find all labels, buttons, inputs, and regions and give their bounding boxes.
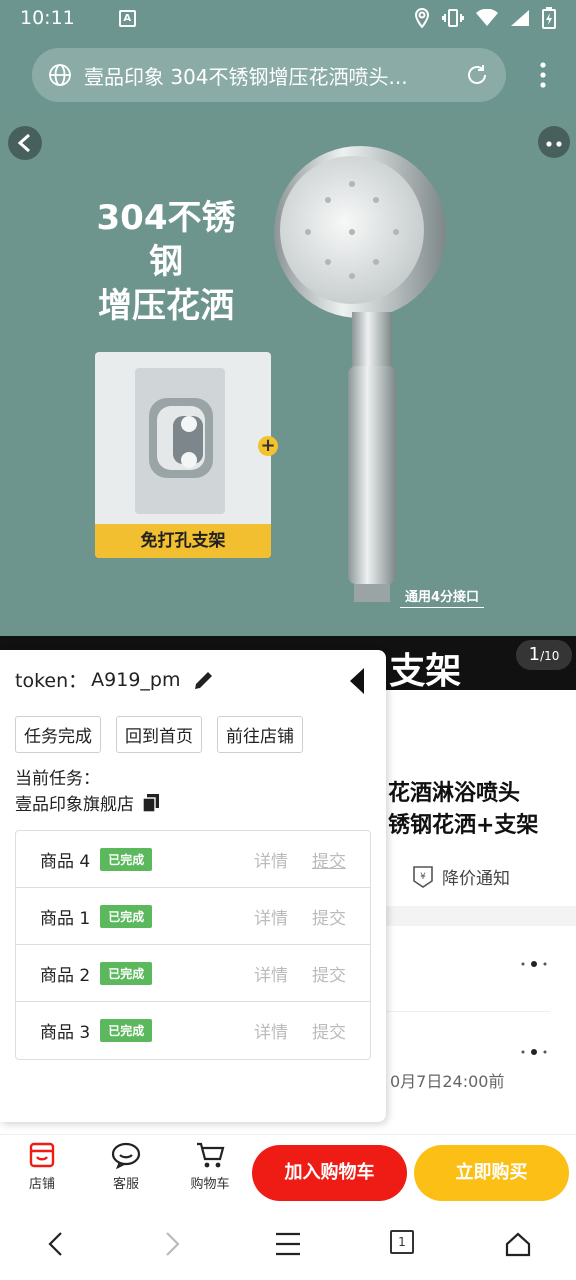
more-button[interactable] <box>538 126 570 158</box>
overlay-button-row: 任务完成 回到首页 前往店铺 <box>15 716 303 753</box>
triangle-left-icon <box>350 668 364 694</box>
store-icon <box>29 1142 55 1168</box>
page-total: /10 <box>540 649 560 663</box>
vibrate-icon <box>442 9 464 27</box>
caption-underline <box>400 607 484 608</box>
page-current: 1 <box>528 644 541 665</box>
globe-icon <box>49 64 71 86</box>
customer-service-button[interactable]: 客服 <box>96 1141 156 1192</box>
status-badge: 已完成 <box>100 961 153 985</box>
product-action-bar: 店铺 客服 购物车 加入购物车 立即购买 <box>0 1134 576 1208</box>
submit-link[interactable]: 提交 <box>312 1018 346 1043</box>
url-bar[interactable]: 壹品印象 304不锈钢增压花洒喷头... <box>32 48 506 102</box>
task-row: 商品 2 已完成 详情 提交 <box>16 945 370 1002</box>
store-label: 店铺 <box>28 1177 55 1192</box>
task-item-name: 商品 2 <box>40 965 91 986</box>
bracket-label: 免打孔支架 <box>95 524 271 558</box>
forward-arrow-icon[interactable] <box>160 1230 184 1258</box>
price-alert-button[interactable]: ¥ 降价通知 <box>412 864 510 889</box>
more-dots-icon[interactable] <box>520 956 550 972</box>
status-badge: 已完成 <box>100 847 153 871</box>
back-home-button[interactable]: 回到首页 <box>116 716 202 753</box>
product-title-line-2: 锈钢花洒+支架 <box>388 813 539 838</box>
tabs-button[interactable]: 1 <box>390 1230 414 1254</box>
url-title: 壹品印象 304不锈钢增压花洒喷头... <box>84 64 408 89</box>
task-row: 商品 4 已完成 详情 提交 <box>16 831 370 888</box>
home-icon[interactable] <box>504 1230 532 1258</box>
price-tag-icon: ¥ <box>413 865 433 888</box>
connector-caption: 通用4分接口 <box>405 590 480 605</box>
wifi-icon <box>476 9 498 26</box>
buy-now-button[interactable]: 立即购买 <box>414 1145 569 1201</box>
task-item-name: 商品 1 <box>40 908 91 929</box>
edit-token-button[interactable] <box>192 668 216 692</box>
divider <box>384 1011 550 1012</box>
submit-link[interactable]: 提交 <box>312 847 346 872</box>
status-time: 10:11 <box>20 7 75 29</box>
current-task-row: 壹品印象旗舰店 <box>15 790 160 815</box>
detail-link[interactable]: 详情 <box>254 904 288 929</box>
browser-url-area: 壹品印象 304不锈钢增压花洒喷头... <box>0 36 576 114</box>
task-complete-button[interactable]: 任务完成 <box>15 716 101 753</box>
status-badge: 已完成 <box>100 904 153 928</box>
cart-button[interactable]: 购物车 <box>180 1141 240 1192</box>
app-notification-icon: A <box>118 9 136 27</box>
submit-link[interactable]: 提交 <box>312 904 346 929</box>
detail-link[interactable]: 详情 <box>254 847 288 872</box>
shower-head-illustration <box>274 146 446 602</box>
go-to-store-button[interactable]: 前往店铺 <box>217 716 303 753</box>
pencil-icon <box>195 670 214 689</box>
service-label: 客服 <box>112 1177 139 1192</box>
status-icons <box>414 7 556 29</box>
task-row: 商品 1 已完成 详情 提交 <box>16 888 370 945</box>
signal-icon <box>511 10 529 26</box>
product-title: 花酒淋浴喷头 锈钢花洒+支架 <box>388 778 576 842</box>
image-page-counter: 1/10 <box>516 640 572 670</box>
add-to-cart-button[interactable]: 加入购物车 <box>252 1145 407 1201</box>
copy-icon[interactable] <box>142 793 160 813</box>
token-value: A919_pm <box>91 668 181 691</box>
chat-icon <box>111 1142 141 1169</box>
cart-icon <box>197 1142 225 1168</box>
token-row: token： A919_pm <box>15 666 216 693</box>
product-image-carousel[interactable]: 304不锈钢 增压花洒 免打孔支架 + 通用4分接口 <box>0 114 576 636</box>
status-badge: 已完成 <box>100 1019 153 1042</box>
chevron-left-icon <box>17 133 30 153</box>
headline-line-1: 304不锈钢 <box>96 198 236 282</box>
detail-link[interactable]: 详情 <box>254 961 288 986</box>
cart-label: 购物车 <box>190 1177 230 1192</box>
submit-link[interactable]: 提交 <box>312 961 346 986</box>
detail-link[interactable]: 详情 <box>254 1018 288 1043</box>
task-table: 商品 4 已完成 详情 提交 商品 1 已完成 详情 提交 商品 2 已完成 详… <box>15 830 371 1060</box>
reload-icon[interactable] <box>464 62 490 88</box>
menu-icon[interactable] <box>274 1230 302 1258</box>
task-item-name: 商品 4 <box>40 851 91 872</box>
collapse-panel-button[interactable] <box>346 666 368 700</box>
back-button[interactable] <box>8 126 42 160</box>
image-headline: 304不锈钢 增压花洒 <box>80 196 252 328</box>
task-overlay-panel: token： A919_pm 任务完成 回到首页 前往店铺 当前任务： 壹品印象… <box>0 650 386 1122</box>
browser-menu-icon[interactable] <box>540 62 546 88</box>
task-item-name: 商品 3 <box>40 1023 91 1043</box>
back-arrow-icon[interactable] <box>44 1230 68 1258</box>
current-task-name: 壹品印象旗舰店 <box>15 795 134 815</box>
more-dots-icon <box>546 141 562 147</box>
bracket-photo <box>135 368 225 514</box>
svg-text:¥: ¥ <box>420 872 426 882</box>
store-button[interactable]: 店铺 <box>12 1141 72 1192</box>
headline-line-2: 增压花洒 <box>98 286 234 326</box>
status-bar: 10:11 A <box>0 0 576 36</box>
bracket-card: 免打孔支架 <box>95 352 271 558</box>
task-row: 商品 3 已完成 详情 提交 <box>16 1002 370 1059</box>
battery-icon <box>542 7 556 29</box>
deadline-text: 0月7日24:00前 <box>390 1072 505 1091</box>
more-dots-icon[interactable] <box>520 1044 550 1060</box>
browser-nav-bar: 1 <box>0 1208 576 1280</box>
bracket-illustration <box>149 398 213 478</box>
location-icon <box>414 8 430 28</box>
price-alert-label: 降价通知 <box>442 869 510 889</box>
product-title-line-1: 花酒淋浴喷头 <box>388 781 521 806</box>
token-label: token： <box>15 670 88 692</box>
current-task-label: 当前任务： <box>15 769 100 789</box>
